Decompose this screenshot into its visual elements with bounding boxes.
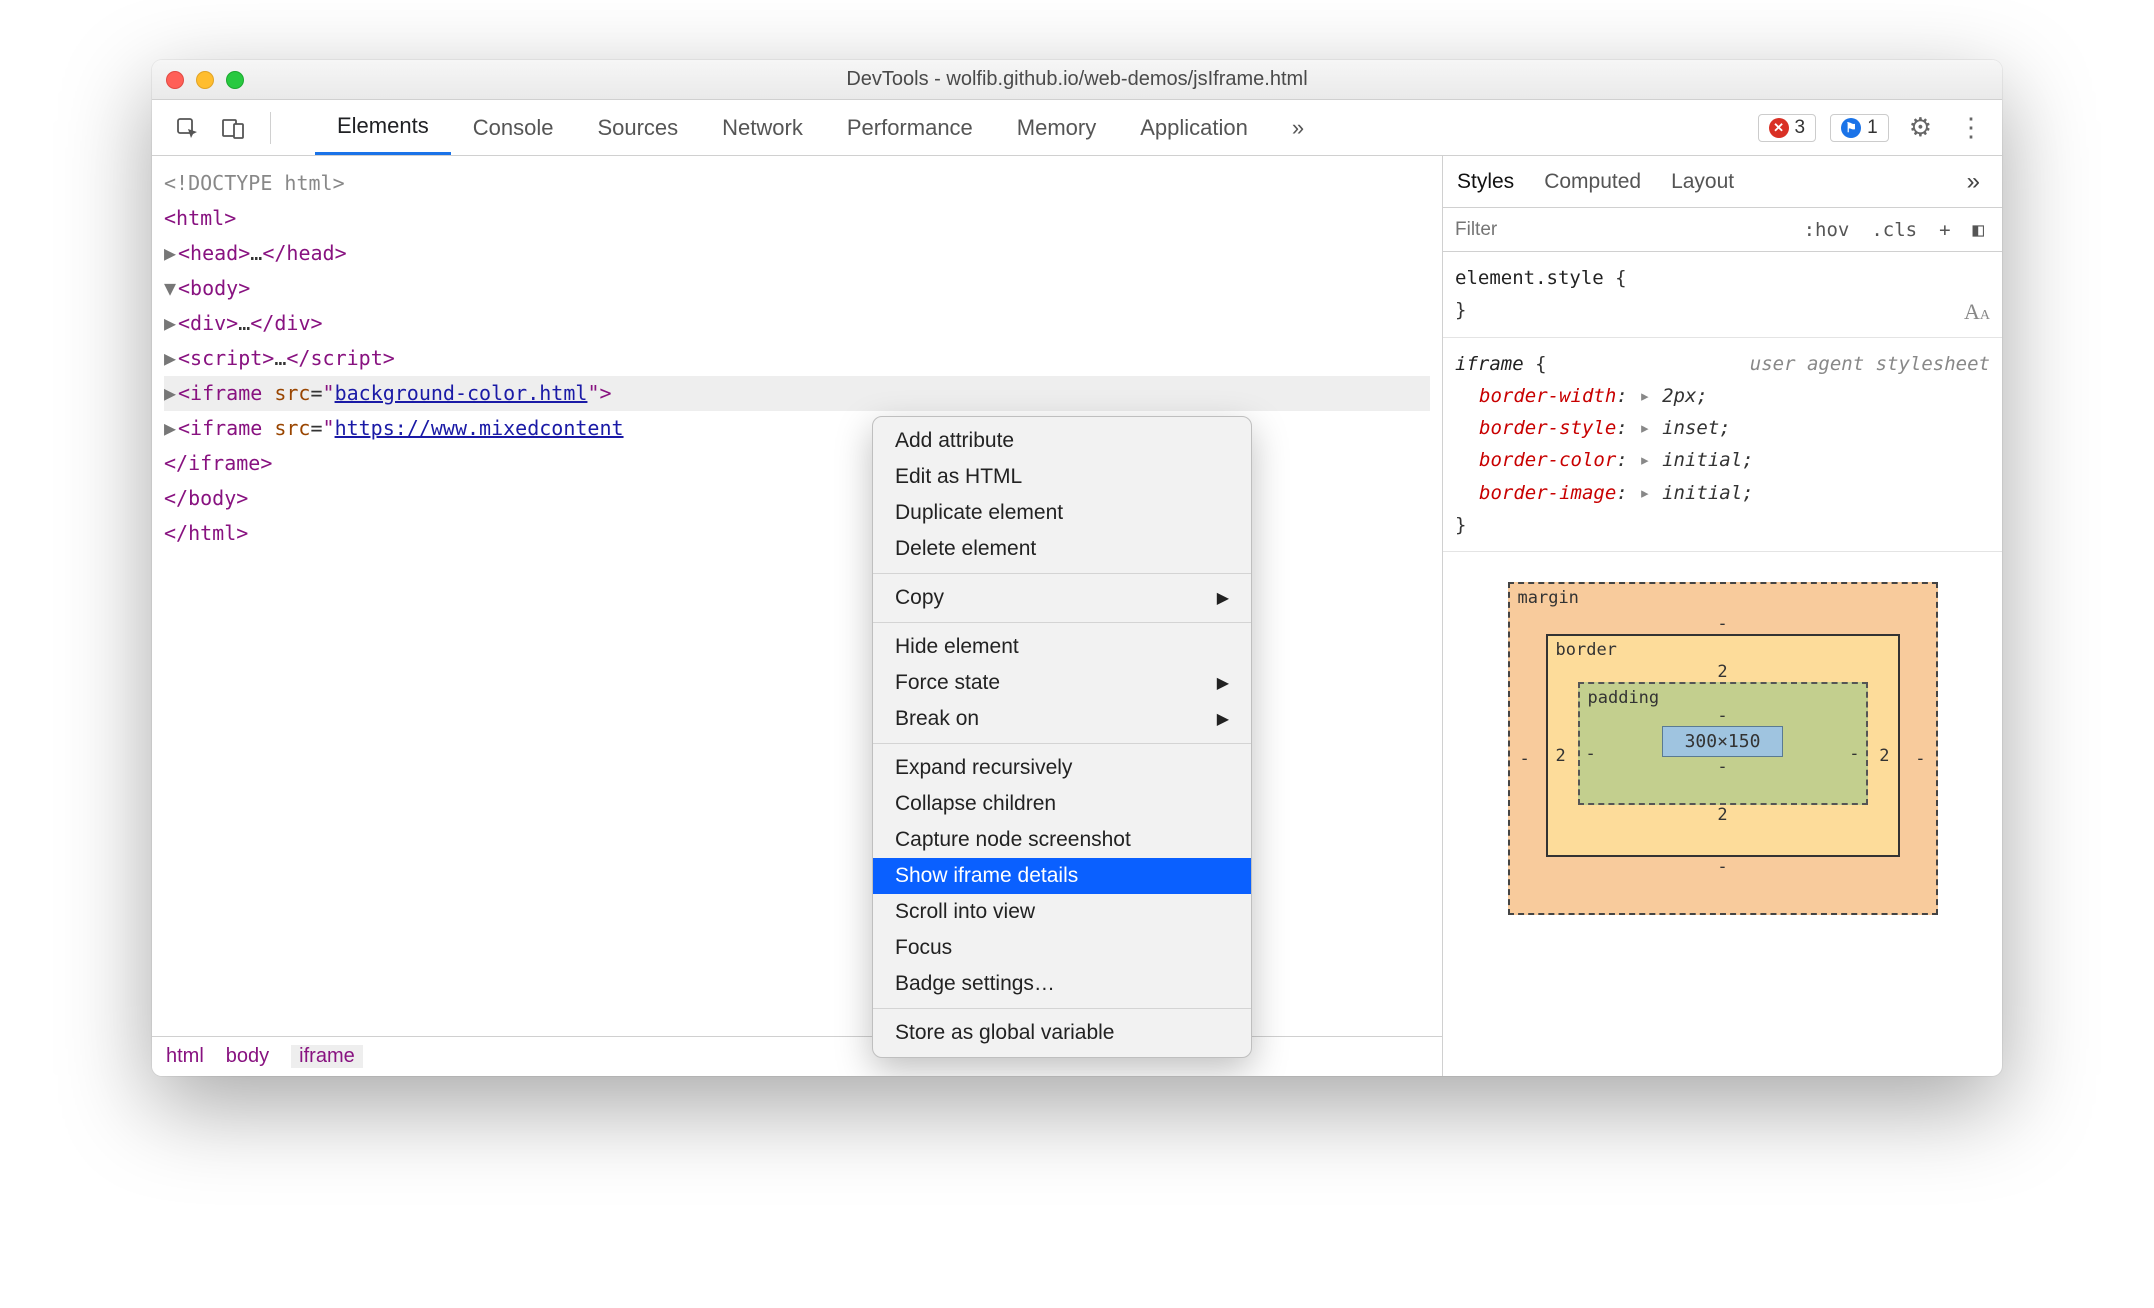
tab-network[interactable]: Network: [700, 100, 825, 155]
ctx-delete[interactable]: Delete element: [873, 531, 1251, 567]
ctx-store-global[interactable]: Store as global variable: [873, 1015, 1251, 1051]
ctx-scroll[interactable]: Scroll into view: [873, 894, 1251, 930]
submenu-arrow-icon: ▶: [1217, 588, 1229, 608]
ua-stylesheet-note: user agent stylesheet: [1750, 348, 1990, 380]
device-toolbar-icon[interactable]: [216, 111, 250, 145]
tab-application[interactable]: Application: [1118, 100, 1270, 155]
dom-iframe-selected[interactable]: ••• ▶<iframe src="background-color.html"…: [164, 376, 1430, 411]
ctx-collapse[interactable]: Collapse children: [873, 786, 1251, 822]
crumb-html[interactable]: html: [166, 1045, 204, 1068]
crumb-iframe[interactable]: iframe: [291, 1045, 363, 1068]
ctx-badge[interactable]: Badge settings…: [873, 966, 1251, 1002]
ctx-iframe-details[interactable]: Show iframe details: [873, 858, 1251, 894]
ctx-expand[interactable]: Expand recursively: [873, 750, 1251, 786]
filter-buttons: :hov .cls + ◧: [1798, 217, 2002, 243]
ctx-sep: [873, 622, 1251, 623]
styles-filter-bar: :hov .cls + ◧: [1443, 208, 2002, 252]
ctx-break-on[interactable]: Break on▶: [873, 701, 1251, 737]
dom-doctype[interactable]: <!DOCTYPE html>: [164, 166, 1430, 201]
submenu-arrow-icon: ▶: [1217, 709, 1229, 729]
dom-html-open[interactable]: <html>: [164, 201, 1430, 236]
bm-padding[interactable]: padding - - - 300×150 -: [1578, 682, 1868, 805]
cls-button[interactable]: .cls: [1865, 217, 1923, 243]
more-style-tabs-icon[interactable]: »: [1959, 168, 1988, 196]
crumb-body[interactable]: body: [226, 1045, 269, 1068]
bm-content[interactable]: 300×150: [1662, 726, 1784, 757]
main-toolbar: Elements Console Sources Network Perform…: [152, 100, 2002, 156]
tab-performance[interactable]: Performance: [825, 100, 995, 155]
new-rule-button[interactable]: +: [1933, 217, 1956, 243]
dom-script[interactable]: ▶<script>…</script>: [164, 341, 1430, 376]
ctx-edit-html[interactable]: Edit as HTML: [873, 459, 1251, 495]
dom-body-open[interactable]: ▼<body>: [164, 271, 1430, 306]
styles-panel: Styles Computed Layout » :hov .cls + ◧ e…: [1442, 156, 2002, 1076]
context-menu: Add attribute Edit as HTML Duplicate ele…: [872, 416, 1252, 1058]
ctx-screenshot[interactable]: Capture node screenshot: [873, 822, 1251, 858]
font-size-icon[interactable]: AA: [1964, 293, 1990, 330]
ctx-copy[interactable]: Copy▶: [873, 580, 1251, 616]
dom-div[interactable]: ▶<div>…</div>: [164, 306, 1430, 341]
styles-tabs: Styles Computed Layout »: [1443, 156, 2002, 208]
panels-container: <!DOCTYPE html> <html> ▶<head>…</head> ▼…: [152, 156, 2002, 1076]
box-model[interactable]: margin - - - border 2 2 2 padding - - -: [1443, 552, 2002, 945]
settings-icon[interactable]: ⚙: [1903, 112, 1938, 143]
element-style-rule[interactable]: element.style { } AA: [1443, 252, 2002, 338]
ctx-hide[interactable]: Hide element: [873, 629, 1251, 665]
issue-count: 1: [1867, 117, 1878, 139]
filter-input[interactable]: [1443, 219, 1633, 241]
ctx-sep: [873, 573, 1251, 574]
titlebar: DevTools - wolfib.github.io/web-demos/js…: [152, 60, 2002, 100]
submenu-arrow-icon: ▶: [1217, 673, 1229, 693]
hov-button[interactable]: :hov: [1798, 217, 1856, 243]
error-count: 3: [1795, 117, 1806, 139]
window-title: DevTools - wolfib.github.io/web-demos/js…: [152, 68, 2002, 91]
tab-layout[interactable]: Layout: [1671, 170, 1734, 194]
inspect-element-icon[interactable]: [170, 111, 204, 145]
tab-memory[interactable]: Memory: [995, 100, 1118, 155]
bm-border[interactable]: border 2 2 2 padding - - - 300×150 - 2: [1546, 634, 1900, 857]
ctx-add-attribute[interactable]: Add attribute: [873, 423, 1251, 459]
issue-icon: ⚑: [1841, 118, 1861, 138]
panel-tabs: Elements Console Sources Network Perform…: [315, 100, 1326, 155]
dom-head[interactable]: ▶<head>…</head>: [164, 236, 1430, 271]
iframe-ua-rule[interactable]: iframe { user agent stylesheet border-wi…: [1443, 338, 2002, 553]
issues-badge[interactable]: ⚑ 1: [1830, 114, 1889, 142]
error-icon: ✕: [1769, 118, 1789, 138]
ctx-sep: [873, 743, 1251, 744]
errors-badge[interactable]: ✕ 3: [1758, 114, 1817, 142]
ctx-focus[interactable]: Focus: [873, 930, 1251, 966]
tab-elements[interactable]: Elements: [315, 100, 451, 155]
tab-console[interactable]: Console: [451, 100, 576, 155]
tab-styles[interactable]: Styles: [1457, 170, 1514, 194]
bm-margin[interactable]: margin - - - border 2 2 2 padding - - -: [1508, 582, 1938, 915]
tab-sources[interactable]: Sources: [575, 100, 700, 155]
ctx-sep: [873, 1008, 1251, 1009]
toolbar-right: ✕ 3 ⚑ 1 ⚙ ⋮: [1758, 112, 1990, 143]
devtools-window: DevTools - wolfib.github.io/web-demos/js…: [152, 60, 2002, 1076]
ctx-force-state[interactable]: Force state▶: [873, 665, 1251, 701]
more-tabs-icon[interactable]: »: [1270, 100, 1326, 155]
toggle-sidebar-icon[interactable]: ◧: [1967, 217, 1990, 243]
separator: [270, 112, 271, 144]
tab-computed[interactable]: Computed: [1544, 170, 1641, 194]
elements-panel: <!DOCTYPE html> <html> ▶<head>…</head> ▼…: [152, 156, 1442, 1076]
ctx-duplicate[interactable]: Duplicate element: [873, 495, 1251, 531]
more-menu-icon[interactable]: ⋮: [1952, 112, 1990, 143]
